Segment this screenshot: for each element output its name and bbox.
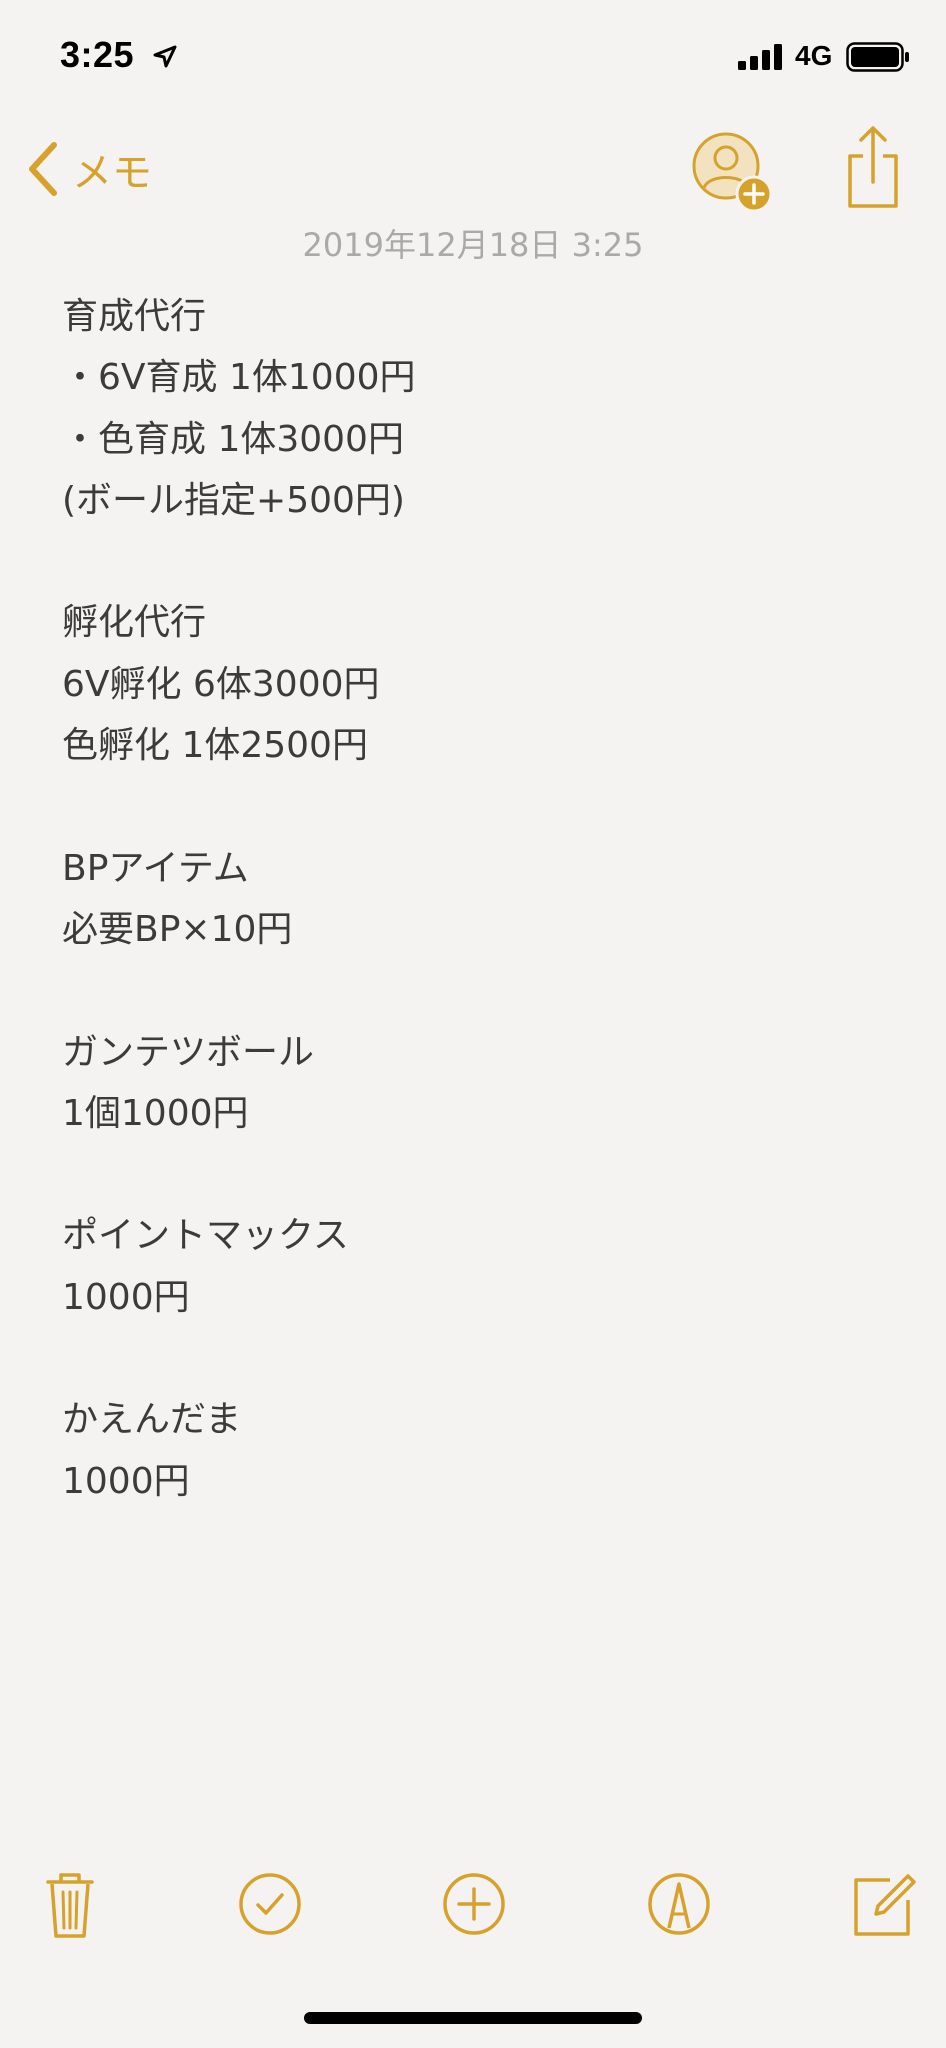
bottom-toolbar — [0, 1868, 946, 1948]
navigation-bar: メモ — [0, 110, 946, 220]
battery-icon — [846, 42, 909, 72]
chevron-left-icon — [29, 142, 57, 196]
note-body[interactable]: 育成代行・6V育成 1体1000円 ・色育成 1体3000円 (ボール指定+500円… — [62, 286, 906, 1512]
note-blank-line — [62, 1144, 906, 1205]
note-line: 育成代行 — [62, 296, 207, 337]
add-person-icon[interactable] — [690, 130, 776, 216]
note-line: 孵化代行 — [62, 602, 207, 644]
compose-icon[interactable] — [846, 1868, 918, 1940]
plus-circle-icon[interactable] — [438, 1868, 510, 1940]
note-date: 2019年12月18日 3:25 — [302, 226, 644, 264]
note-line: 1000円 — [62, 1460, 190, 1502]
note-blank-line — [62, 960, 906, 1021]
note-line: 必要BP×10円 — [62, 908, 293, 950]
back-label: メモ — [72, 150, 152, 196]
location-arrow-icon — [153, 45, 177, 68]
note-line: ・6V育成 1体1000円 — [62, 357, 416, 399]
note-line: ・色育成 1体3000円 — [62, 418, 404, 460]
markup-pen-icon[interactable] — [643, 1868, 715, 1940]
note-blank-line — [62, 776, 906, 837]
note-line: BPアイテム — [62, 847, 249, 889]
note-line: 6V孵化 6体3000円 — [62, 663, 380, 705]
status-bar: 3:25 4G — [0, 0, 946, 110]
note-blank-line — [62, 1328, 906, 1389]
note-line: 1000円 — [62, 1276, 190, 1318]
checkmark-circle-icon[interactable] — [234, 1868, 306, 1940]
note-blank-line — [62, 531, 906, 592]
trash-icon[interactable] — [34, 1868, 106, 1940]
network-type: 4G — [795, 40, 833, 71]
home-indicator[interactable] — [304, 2012, 642, 2024]
note-line: かえんだま — [62, 1399, 242, 1441]
status-time: 3:25 — [60, 34, 135, 75]
cellular-signal-icon — [738, 44, 782, 70]
note-line: ガンテツボール — [62, 1031, 315, 1073]
note-line: 1個1000円 — [62, 1092, 249, 1134]
note-line: ポイントマックス — [62, 1215, 349, 1257]
note-line: 色孵化 1体2500円 — [62, 725, 368, 767]
back-button[interactable]: メモ — [26, 134, 152, 204]
note-line: (ボール指定+500円) — [62, 479, 405, 521]
share-icon[interactable] — [846, 124, 900, 210]
